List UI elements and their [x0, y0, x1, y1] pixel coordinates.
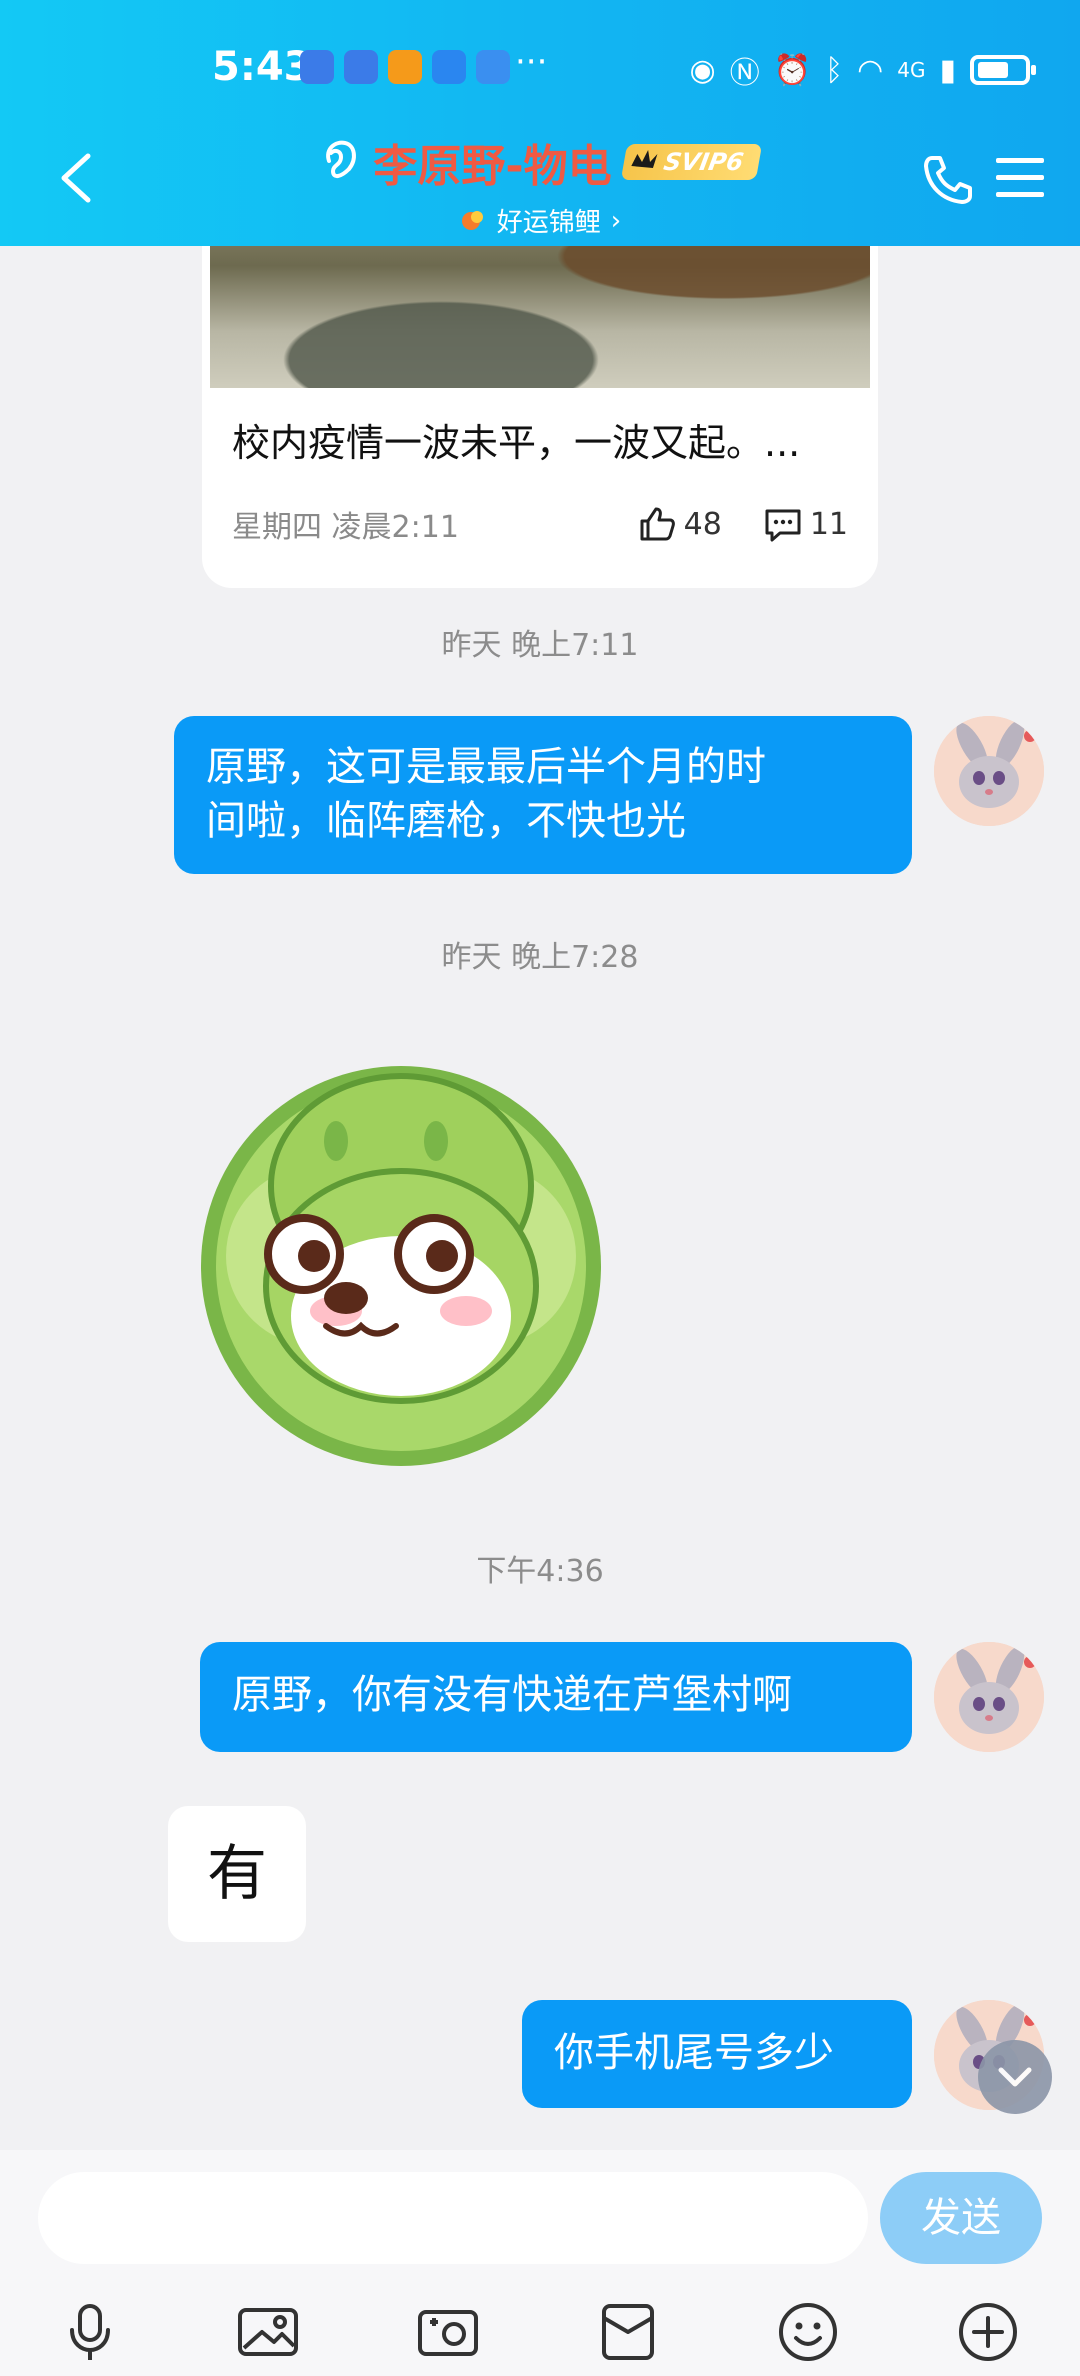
system-icons: ◉ Ⓝ ⏰ ᛒ ◠ 4G ▮: [689, 48, 1036, 92]
status-bar: 5:43 ··· ◉ Ⓝ ⏰ ᛒ ◠ 4G ▮: [0, 42, 1080, 98]
likes-count: 48: [683, 506, 722, 542]
thumbs-up-icon: [640, 507, 675, 541]
incoming-message[interactable]: 有: [168, 1806, 306, 1942]
outgoing-message[interactable]: 你手机尾号多少: [522, 2000, 912, 2108]
taobao-icon: [388, 50, 422, 84]
shared-post-card[interactable]: 校内疫情一波未平，一波又起。... 星期四 凌晨2:11 48 11: [202, 200, 878, 588]
chat-header: 5:43 ··· ◉ Ⓝ ⏰ ᛒ ◠ 4G ▮ 李原野-物电 SVIP6 好运锦…: [0, 0, 1080, 246]
comments-count: 11: [809, 506, 848, 542]
red-packet-icon[interactable]: [596, 2300, 660, 2364]
contact-name: 李原野-物电: [373, 141, 612, 192]
send-button[interactable]: 发送: [880, 2172, 1042, 2264]
input-toolbar: [0, 2290, 1080, 2376]
scroll-to-bottom-button[interactable]: [978, 2040, 1052, 2114]
status-time: 5:43: [212, 44, 312, 90]
bunny-avatar-icon: [934, 716, 1044, 826]
mic-icon[interactable]: [58, 2300, 122, 2364]
likes: 48: [636, 503, 722, 545]
vip-badge: SVIP6: [620, 144, 762, 180]
message-line: 间啦，临阵磨枪，不快也光: [206, 798, 686, 844]
crown-icon: [630, 150, 658, 168]
timestamp: 昨天 晚上7:28: [441, 940, 639, 975]
wifi-icon: ◠: [857, 52, 884, 88]
chevron-right-icon: ›: [610, 205, 622, 236]
weather-icon: [476, 50, 510, 84]
message-text: 有: [207, 1839, 267, 1909]
comments: 11: [762, 503, 848, 545]
outgoing-message[interactable]: 原野，你有没有快递在芦堡村啊: [200, 1642, 912, 1752]
nfc-icon: Ⓝ: [729, 56, 760, 91]
camera-icon[interactable]: [416, 2300, 480, 2364]
emoji-icon[interactable]: [776, 2300, 840, 2364]
post-title: 校内疫情一波未平，一波又起。...: [232, 421, 801, 465]
chevron-down-icon: [998, 2067, 1032, 2087]
message-text: 你手机尾号多少: [554, 2030, 834, 2076]
bunny-avatar-icon: [934, 1642, 1044, 1752]
koi-icon: [461, 210, 483, 230]
avatar[interactable]: [934, 716, 1044, 826]
menu-icon[interactable]: [994, 156, 1046, 200]
timestamp: 下午4:36: [476, 1554, 604, 1589]
message-input[interactable]: [38, 2172, 868, 2264]
image-icon[interactable]: [236, 2300, 300, 2364]
avatar[interactable]: [934, 1642, 1044, 1752]
cloud-icon: [300, 50, 334, 84]
more-notifications: ···: [515, 42, 548, 82]
chat-title[interactable]: 李原野-物电 SVIP6 好运锦鲤 ›: [0, 130, 1080, 239]
bluetooth-icon: ᛒ: [825, 52, 844, 88]
timestamp: 昨天 晚上7:11: [441, 628, 639, 663]
input-area: 发送: [0, 2150, 1080, 2376]
cabbage-dog-sticker[interactable]: [176, 1036, 626, 1486]
notification-icons: [300, 50, 510, 84]
phone-icon[interactable]: [920, 152, 976, 208]
alarm-icon: ⏰: [773, 52, 812, 88]
plus-icon[interactable]: [956, 2300, 1020, 2364]
status-subtitle[interactable]: 好运锦鲤 ›: [0, 202, 1080, 239]
message-text: 原野，你有没有快递在芦堡村啊: [232, 1672, 792, 1718]
vip-badge-label: SVIP6: [661, 148, 746, 176]
cloud-icon: [344, 50, 378, 84]
post-date: 星期四 凌晨2:11: [232, 510, 459, 545]
ear-icon: [326, 140, 357, 178]
eye-icon: ◉: [689, 52, 716, 88]
post-meta: 星期四 凌晨2:11 48 11: [232, 502, 848, 546]
signal-bars-icon: ▮: [939, 52, 956, 88]
comment-icon: [765, 509, 801, 542]
outgoing-message[interactable]: 原野，这可是最最后半个月的时 间啦，临阵磨枪，不快也光: [174, 716, 912, 874]
browser-icon: [432, 50, 466, 84]
subtitle-label: 好运锦鲤: [496, 208, 601, 238]
signal-icon: 4G: [897, 58, 926, 82]
message-line: 原野，这可是最最后半个月的时: [206, 744, 766, 790]
battery-icon: [970, 55, 1036, 85]
